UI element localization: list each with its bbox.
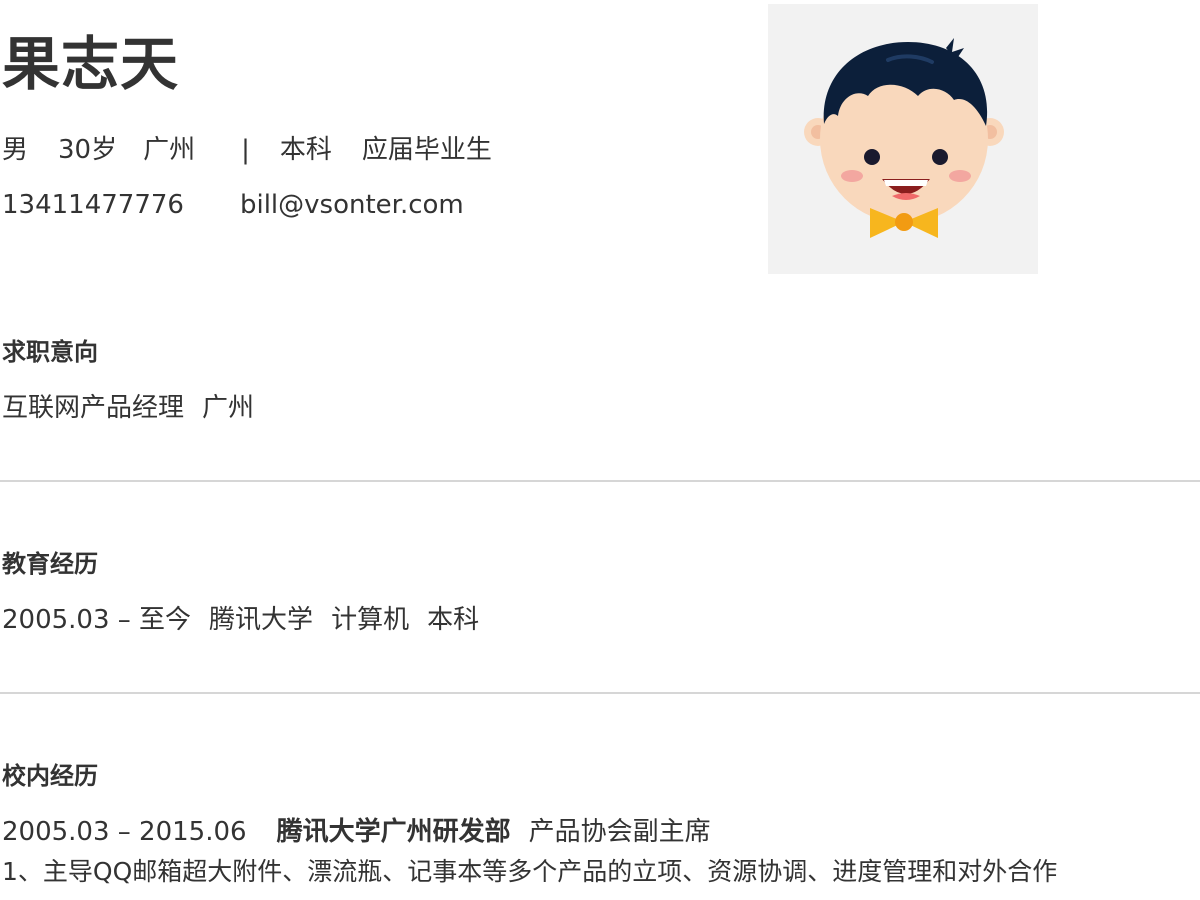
- intent-line: 互联网产品经理 广州: [2, 393, 254, 424]
- cartoon-boy-avatar-icon: [804, 38, 1004, 238]
- section-divider: [0, 480, 1200, 482]
- campus-period: 2005.03 – 2015.06: [2, 817, 247, 847]
- info-separator: |: [241, 135, 250, 165]
- education-degree: 本科: [427, 605, 480, 635]
- city: 广州: [143, 135, 196, 165]
- candidate-name: 果志天: [2, 30, 180, 98]
- campus-header-line: 2005.03 – 2015.06 腾讯大学广州研发部 产品协会副主席: [2, 817, 711, 848]
- age: 30岁: [58, 135, 118, 165]
- gender: 男: [2, 135, 29, 165]
- basic-info-row: 男 30岁 广州 | 本科 应届毕业生: [2, 135, 492, 166]
- campus-organization: 腾讯大学广州研发部: [276, 817, 511, 847]
- contact-row: 13411477776 bill@vsonter.com: [2, 190, 464, 221]
- degree: 本科: [279, 135, 332, 165]
- education-major: 计算机: [331, 605, 410, 635]
- education-line: 2005.03 – 至今 腾讯大学 计算机 本科: [2, 605, 479, 636]
- campus-role: 产品协会副主席: [528, 817, 711, 847]
- graduate-status: 应届毕业生: [361, 135, 492, 165]
- intent-position: 互联网产品经理: [2, 393, 185, 423]
- section-title-intent: 求职意向: [2, 338, 98, 366]
- section-divider: [0, 692, 1200, 694]
- education-school: 腾讯大学: [209, 605, 314, 635]
- avatar: [768, 4, 1038, 274]
- intent-city: 广州: [202, 393, 255, 423]
- phone-number: 13411477776: [2, 190, 184, 220]
- email-address: bill@vsonter.com: [239, 190, 464, 220]
- section-title-education: 教育经历: [2, 550, 98, 578]
- campus-detail-item: 1、主导QQ邮箱超大附件、漂流瓶、记事本等多个产品的立项、资源协调、进度管理和对…: [2, 857, 1058, 886]
- education-period: 2005.03 – 至今: [2, 605, 192, 635]
- section-title-campus: 校内经历: [2, 762, 98, 790]
